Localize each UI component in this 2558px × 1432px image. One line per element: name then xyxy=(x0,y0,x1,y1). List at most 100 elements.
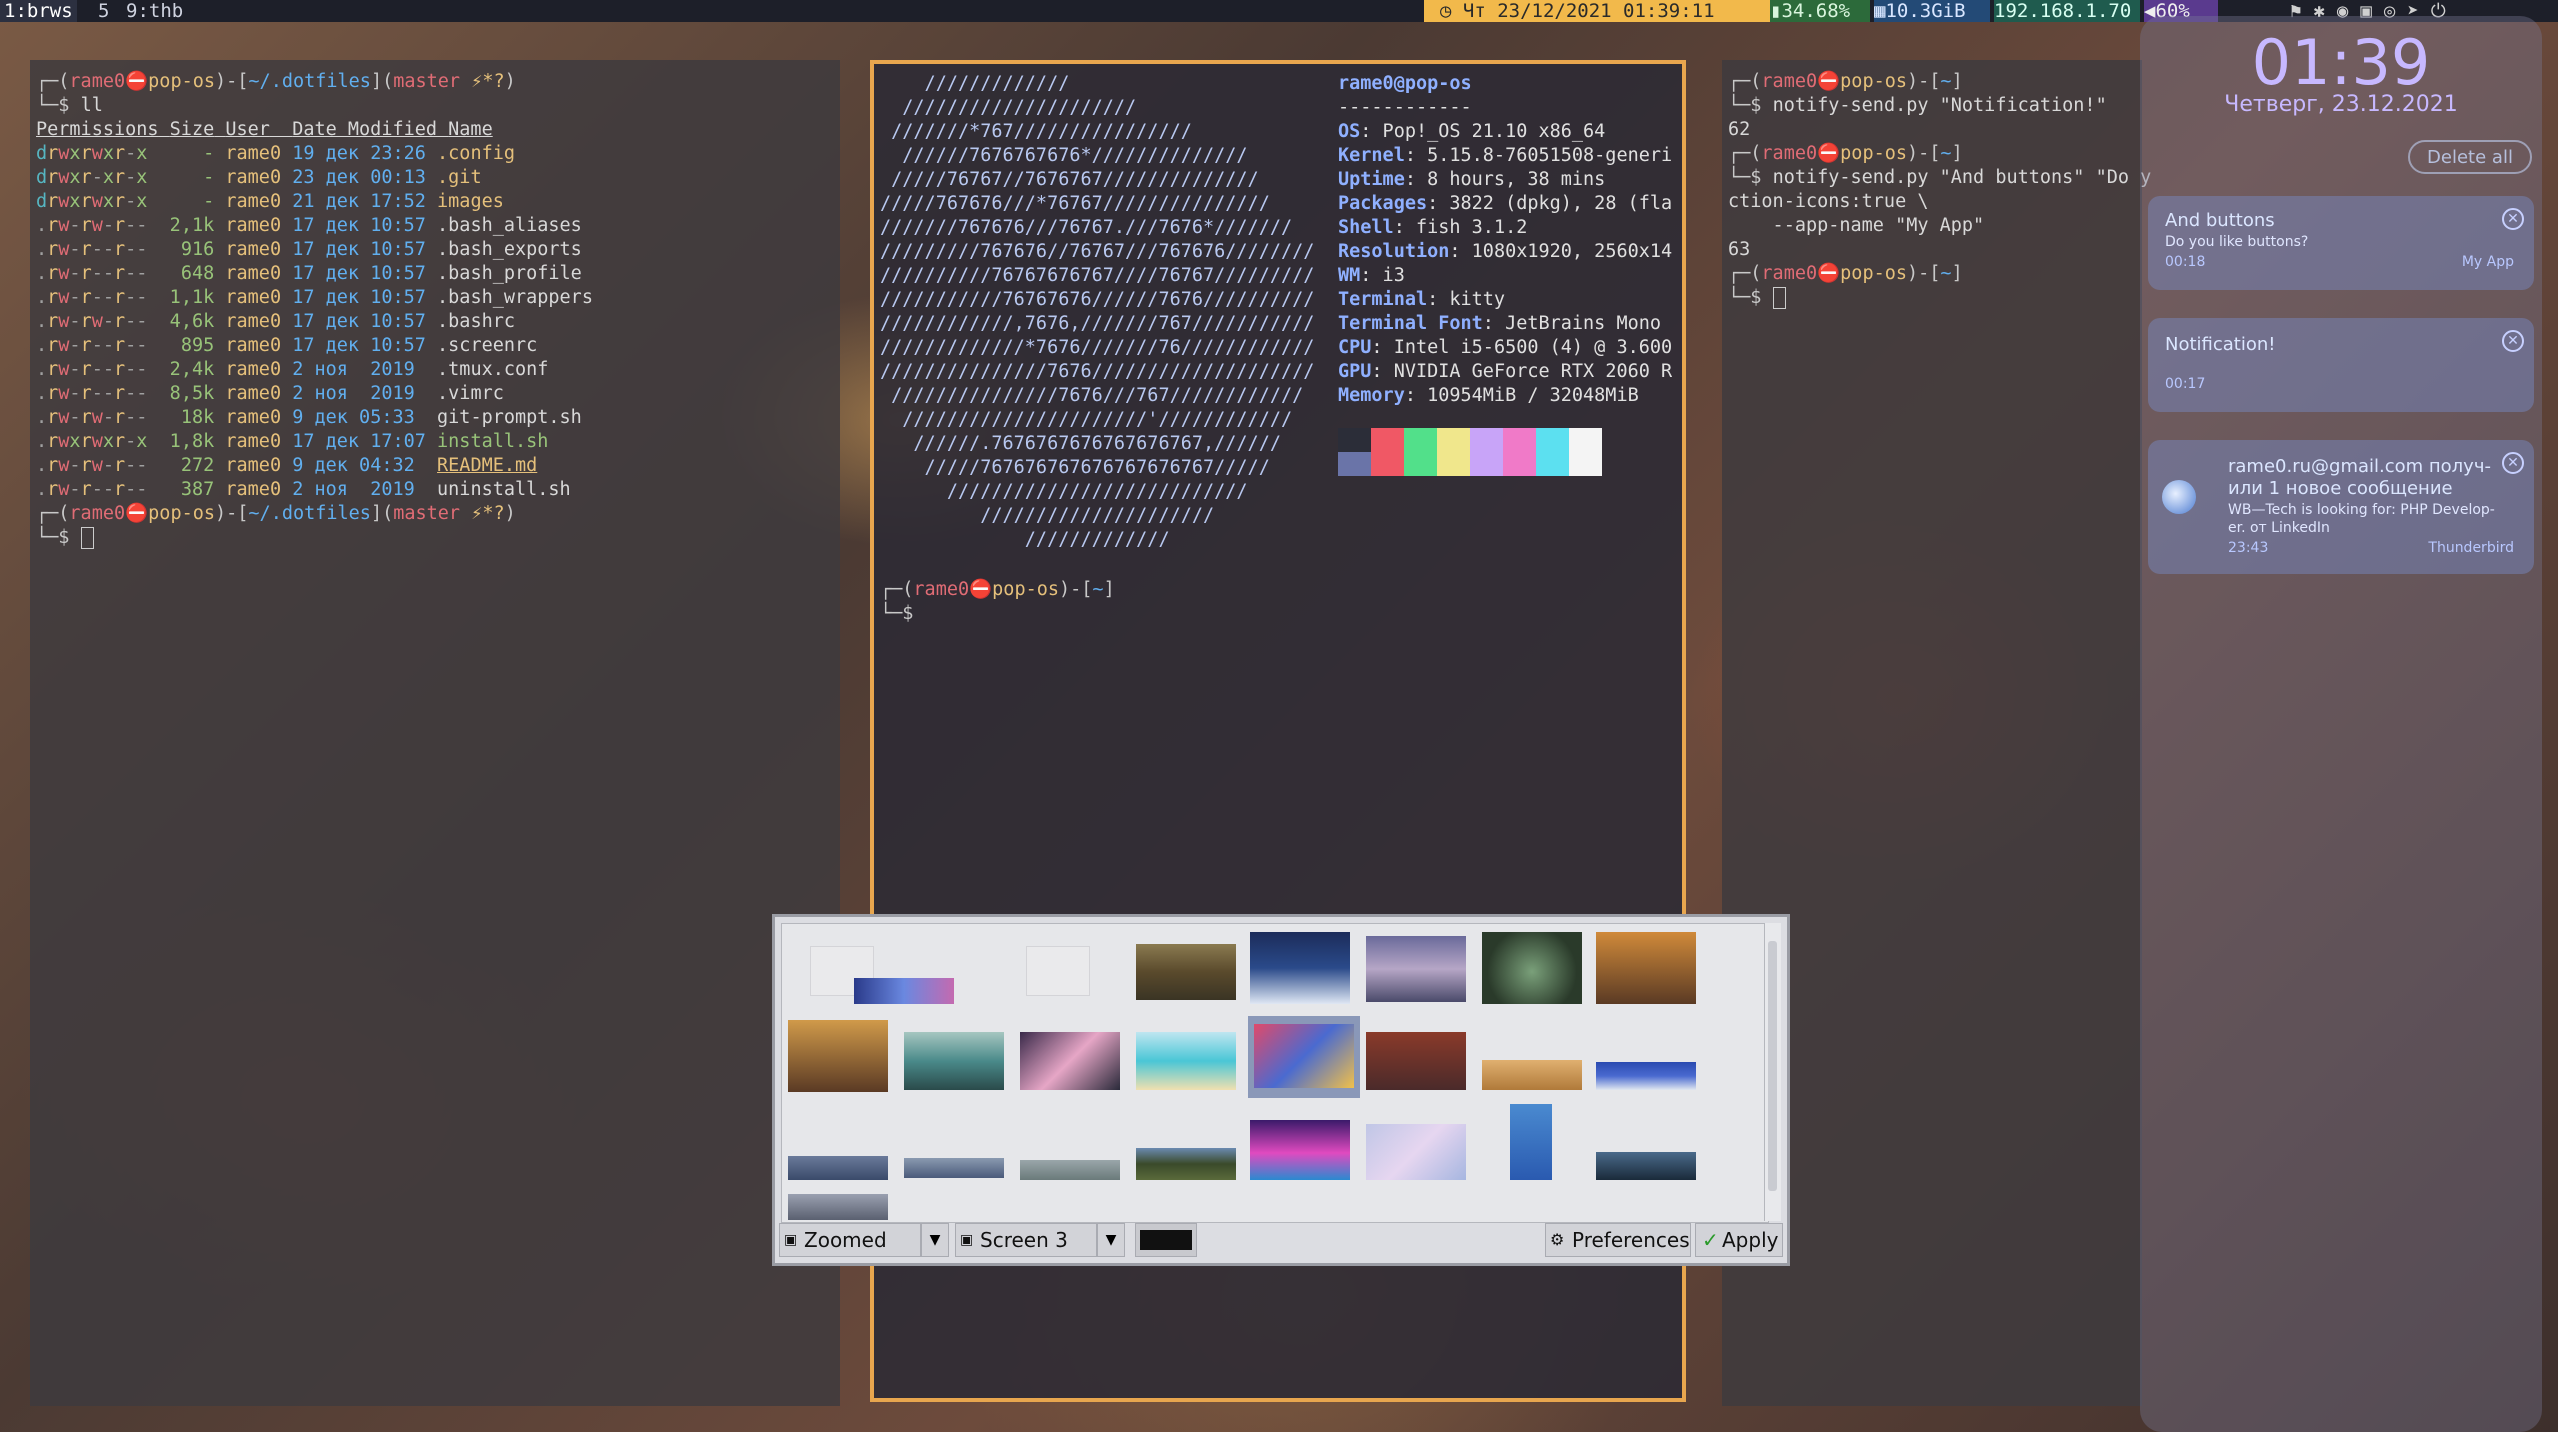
left-terminal[interactable]: ┌─(rame0⛔pop-os)-[~/.dotfiles](master ⚡*… xyxy=(30,60,840,1406)
rt-out-2: 63 xyxy=(1728,239,1751,260)
notification-center: 01:39 Четверг, 23.12.2021 Delete all And… xyxy=(2140,16,2542,1432)
thumbnail-scrollbar[interactable] xyxy=(1764,923,1781,1221)
wallpaper-thumbnail[interactable] xyxy=(1136,944,1236,1000)
wallpaper-thumbnail[interactable] xyxy=(1366,936,1466,1002)
background-color-button[interactable] xyxy=(1135,1223,1197,1257)
info-value: : 5.15.8-76051508-generi xyxy=(1404,145,1673,166)
command-line: └─$ ll xyxy=(36,95,103,116)
logo-line: /////////////*7676///////76//////////// xyxy=(880,337,1315,358)
notification-time: 00:18 xyxy=(2165,254,2206,270)
logo-line: /////////////////////////// xyxy=(880,481,1248,502)
wallpaper-thumbnail[interactable] xyxy=(788,1020,888,1092)
notification-body: WB—Tech is looking for: PHP Develop- xyxy=(2228,502,2495,518)
logo-line: ///////////////7676//////////////////// xyxy=(880,361,1315,382)
wallpaper-thumbnail[interactable] xyxy=(1596,932,1696,1004)
file-row: .rw-r--r-- 916 rame0 17 дек 10:57 .bash_… xyxy=(36,239,582,260)
info-line: WM: i3 xyxy=(1338,264,1405,288)
notification-card[interactable]: And buttons Do you like buttons? 00:18 M… xyxy=(2148,196,2534,290)
close-icon[interactable]: ✕ xyxy=(2502,452,2524,474)
notification-app: My App xyxy=(2461,254,2514,270)
palette-swatch xyxy=(1437,452,1470,476)
workspace-1[interactable]: 1:brws xyxy=(0,0,77,22)
info-line: Terminal: kitty xyxy=(1338,288,1505,312)
info-key: Uptime xyxy=(1338,169,1405,190)
file-row: .rw-r--r-- 1,1k rame0 17 дек 10:57 .bash… xyxy=(36,287,593,308)
thunderbird-icon xyxy=(2162,480,2196,514)
logo-line: ///////////76767676//////7676////////// xyxy=(880,289,1315,310)
file-name: install.sh xyxy=(437,431,549,452)
wallpaper-thumbnail[interactable] xyxy=(1596,1062,1696,1090)
thumbnail-placeholder[interactable] xyxy=(1026,946,1090,996)
wallpaper-thumbnail[interactable] xyxy=(1136,1032,1236,1090)
screen-select[interactable]: ▣ Screen 3 xyxy=(955,1223,1097,1257)
notification-time: 00:17 xyxy=(2165,376,2206,392)
wallpaper-thumbnail[interactable] xyxy=(904,1158,1004,1178)
info-line: GPU: NVIDIA GeForce RTX 2060 R xyxy=(1338,360,1672,384)
info-line: Kernel: 5.15.8-76051508-generi xyxy=(1338,144,1672,168)
wallpaper-thumbnail[interactable] xyxy=(1482,932,1582,1004)
file-row: .rw-r--r-- 648 rame0 17 дек 10:57 .bash_… xyxy=(36,263,582,284)
info-key: Packages xyxy=(1338,193,1428,214)
wallpaper-thumbnail[interactable] xyxy=(1366,1032,1466,1090)
mode-icon: ▣ xyxy=(784,1232,798,1248)
info-key: WM xyxy=(1338,265,1361,286)
logo-line: //////7676767676*////////////// xyxy=(880,145,1248,166)
file-row: .rw-r--r-- 2,4k rame0 2 ноя 2019 .tmux.c… xyxy=(36,359,549,380)
wallpaper-thumbnail[interactable] xyxy=(1366,1124,1466,1180)
wallpaper-thumbnail[interactable] xyxy=(1254,1024,1354,1088)
palette-swatch xyxy=(1371,428,1404,452)
workspace-9[interactable]: 9:thb xyxy=(122,0,187,22)
picker-toolbar: ▣ Zoomed ▼ ▣ Screen 3 ▼ ⚙ Preferences ✓ … xyxy=(779,1221,1783,1259)
wallpaper-thumbnail[interactable] xyxy=(1482,1060,1582,1090)
logo-line: ///////////// xyxy=(880,73,1070,94)
palette-swatch xyxy=(1338,452,1371,476)
logo-line: /////////767676//76767///767676//////// xyxy=(880,241,1315,262)
info-value: : Intel i5-6500 (4) @ 3.600 xyxy=(1371,337,1673,358)
wallpaper-thumbnail[interactable] xyxy=(1020,1032,1120,1090)
file-name: .bash_exports xyxy=(437,239,582,260)
logo-line: /////767676///*76767/////////////// xyxy=(880,193,1270,214)
palette-swatch xyxy=(1437,428,1470,452)
wallpaper-thumbnail[interactable] xyxy=(854,978,954,1004)
file-name: .git xyxy=(437,167,482,188)
notification-card[interactable]: Notification! 00:17 ✕ xyxy=(2148,318,2534,412)
wallpaper-thumbnail[interactable] xyxy=(904,1032,1004,1090)
preferences-button[interactable]: ⚙ Preferences xyxy=(1545,1223,1691,1257)
wallpaper-thumbnail[interactable] xyxy=(1596,1152,1696,1180)
info-key: CPU xyxy=(1338,337,1372,358)
battery-segment: ▮34.68% xyxy=(1770,0,1870,22)
close-icon[interactable]: ✕ xyxy=(2502,208,2524,230)
wallpaper-thumbnail[interactable] xyxy=(1136,1148,1236,1180)
info-key: Kernel xyxy=(1338,145,1405,166)
wallpaper-thumbnail[interactable] xyxy=(788,1194,888,1220)
chevron-down-icon[interactable]: ▼ xyxy=(921,1223,949,1257)
file-name: images xyxy=(437,191,504,212)
file-row: .rw-rw-r-- 4,6k rame0 17 дек 10:57 .bash… xyxy=(36,311,515,332)
workspace-5[interactable]: 5 xyxy=(94,0,113,22)
chevron-down-icon[interactable]: ▼ xyxy=(1097,1223,1125,1257)
palette-swatch xyxy=(1338,428,1371,452)
battery-icon: ▮ xyxy=(1770,0,1782,22)
logo-line: /////767676767676767676767///// xyxy=(880,457,1270,478)
notification-card[interactable]: rame0.ru@gmail.com получ- или 1 новое со… xyxy=(2148,440,2534,574)
delete-all-button[interactable]: Delete all xyxy=(2408,140,2532,174)
info-key: Shell xyxy=(1338,217,1394,238)
notification-body-line2: er. от LinkedIn xyxy=(2228,520,2330,536)
wallpaper-thumbnail[interactable] xyxy=(1250,932,1350,1004)
close-icon[interactable]: ✕ xyxy=(2502,330,2524,352)
scrollbar-thumb[interactable] xyxy=(1768,941,1777,1191)
wallpaper-thumbnail[interactable] xyxy=(1250,1120,1350,1180)
preferences-label: Preferences xyxy=(1572,1228,1690,1252)
notification-time: 23:43 xyxy=(2228,540,2269,556)
file-name: .bashrc xyxy=(437,311,515,332)
file-name: .bash_aliases xyxy=(437,215,582,236)
apply-button[interactable]: ✓ Apply xyxy=(1695,1223,1783,1257)
info-value: : Pop!_OS 21.10 x86_64 xyxy=(1360,121,1606,142)
memory-icon: ▦ xyxy=(1874,0,1886,22)
mode-select[interactable]: ▣ Zoomed xyxy=(779,1223,921,1257)
panel-clock: 01:39 xyxy=(2251,26,2431,99)
wallpaper-thumbnail[interactable] xyxy=(1510,1104,1552,1180)
wallpaper-thumbnail[interactable] xyxy=(788,1156,888,1180)
wallpaper-thumbnail[interactable] xyxy=(1020,1160,1120,1180)
info-line: Packages: 3822 (dpkg), 28 (fla xyxy=(1338,192,1672,216)
